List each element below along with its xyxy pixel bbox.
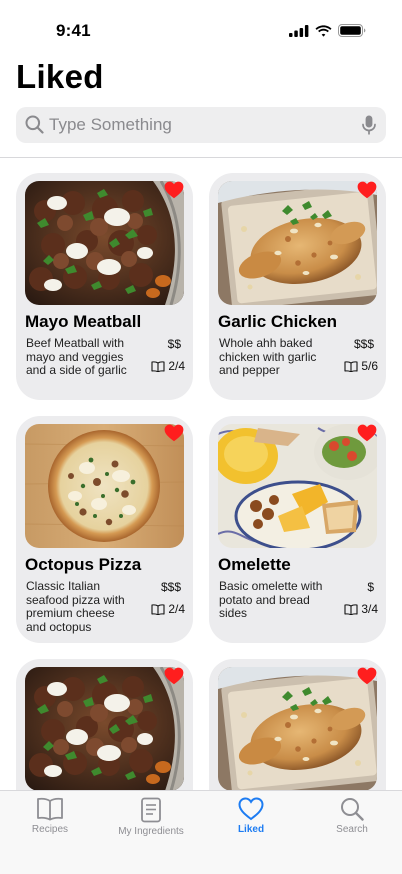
recipe-description: Beef Meatball with mayo and veggies and … [26,336,127,377]
search-icon [25,115,44,134]
recipe-card[interactable]: Garlic Chicken Whole ahh baked chicken w… [209,173,386,400]
search-input[interactable] [49,107,369,143]
recipe-photo [218,667,377,791]
recipe-photo [218,181,377,305]
cellular-signal-icon [289,24,309,37]
ingredient-count: 3/4 [344,602,378,616]
book-icon [151,360,165,372]
liked-heart-icon[interactable] [357,424,377,442]
recipe-description: Classic Italian seafood pizza with premi… [26,579,125,634]
heart-icon [238,797,264,821]
tab-liked[interactable]: Liked [201,797,301,847]
tab-bar: Recipes My Ingredients Liked Search [0,790,402,874]
liked-heart-icon[interactable] [164,424,184,442]
recipe-name: Octopus Pizza [25,555,142,574]
status-time: 9:41 [56,21,91,40]
status-bar: 9:41 [0,0,402,54]
microphone-icon[interactable] [362,115,376,136]
recipe-photo [25,181,184,305]
recipe-photo [25,667,184,791]
tab-label: Liked [237,824,265,835]
tab-label: Recipes [31,824,69,835]
recipe-name: Garlic Chicken [218,312,338,331]
recipe-card[interactable]: Mayo Meatball Beef Meatball with mayo an… [16,173,193,400]
liked-heart-icon[interactable] [164,181,184,199]
ingredient-count-label: 2/4 [168,602,185,616]
book-icon [344,360,358,372]
document-icon [141,797,161,823]
liked-heart-icon[interactable] [357,667,377,685]
search-bar[interactable] [16,107,386,143]
ingredient-count-label: 5/6 [361,359,378,373]
battery-icon [338,24,366,37]
recipe-description: Whole ahh baked chicken with garlic and … [219,336,317,377]
header-divider [0,157,402,158]
status-icons [289,24,366,37]
book-icon [344,603,358,615]
recipe-price: $$ [167,337,181,351]
ingredient-count-label: 3/4 [361,602,378,616]
recipe-name: Mayo Meatball [25,312,142,331]
tab-recipes[interactable]: Recipes [0,797,100,847]
ingredient-count: 5/6 [344,359,378,373]
page-title: Liked [16,58,104,95]
book-icon [151,603,165,615]
wifi-icon [315,24,332,37]
book-icon [37,797,63,821]
recipe-price: $$$ [160,580,181,594]
recipe-price: $$$ [353,337,374,351]
magnifier-icon [341,798,364,821]
ingredient-count: 2/4 [151,359,185,373]
ingredient-count-label: 2/4 [168,359,185,373]
recipe-card[interactable]: Omelette Basic omelette with potato and … [209,416,386,643]
liked-heart-icon[interactable] [164,667,184,685]
recipe-card[interactable]: Octopus Pizza Classic Italian seafood pi… [16,416,193,643]
tab-my-ingredients[interactable]: My Ingredients [101,797,201,847]
ingredient-count: 2/4 [151,602,185,616]
liked-heart-icon[interactable] [357,181,377,199]
recipe-price: $ [367,580,374,594]
tab-label: Search [336,824,368,835]
recipe-name: Omelette [218,555,291,574]
tab-search[interactable]: Search [302,797,402,847]
tab-label: My Ingredients [118,826,184,837]
recipe-description: Basic omelette with potato and bread sid… [219,579,323,620]
recipe-photo [25,424,184,548]
recipe-photo [218,424,377,548]
